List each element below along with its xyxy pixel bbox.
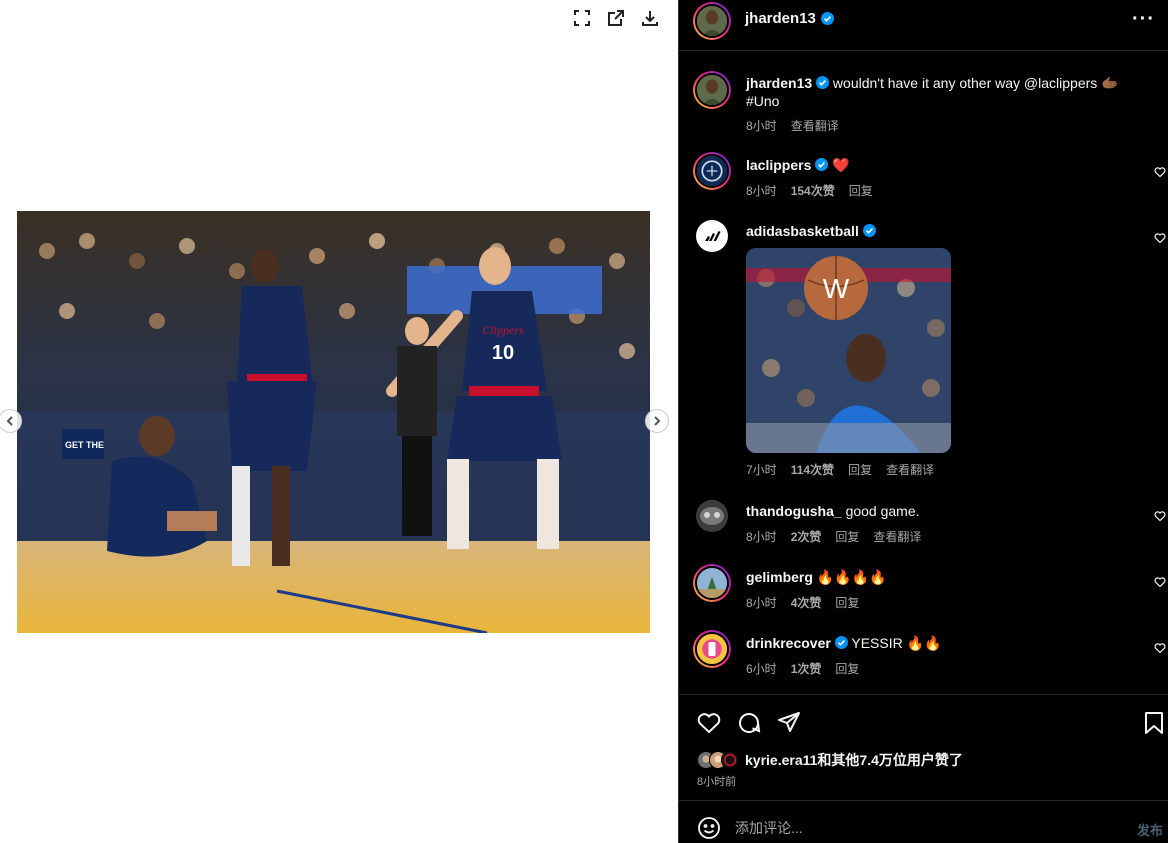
comment-username[interactable]: drinkrecover	[746, 635, 831, 651]
verified-badge-icon	[816, 76, 830, 89]
comment-avatar[interactable]	[693, 152, 731, 190]
comment-likes[interactable]: 114次赞	[791, 461, 834, 478]
media-toolbar	[572, 8, 660, 28]
comment-username[interactable]: laclippers	[746, 157, 811, 173]
reply-button[interactable]: 回复	[835, 660, 859, 677]
chevron-right-icon	[654, 416, 661, 426]
comment-gif[interactable]: W	[746, 248, 951, 453]
comment-likes[interactable]: 4次赞	[791, 594, 822, 611]
more-options-button[interactable]: ···	[1132, 8, 1155, 31]
comment-time: 8小时	[746, 530, 777, 544]
comment-input[interactable]	[735, 815, 1105, 841]
reply-button[interactable]: 回复	[849, 182, 873, 199]
comment-like-button[interactable]	[1154, 166, 1166, 178]
post-photo: GET THE 10 Clippers	[17, 211, 650, 633]
open-external-icon[interactable]	[606, 8, 626, 28]
comment-composer: 发布	[679, 800, 1168, 843]
comment-like-button[interactable]	[1154, 576, 1166, 588]
comment-bubble-icon	[739, 713, 761, 733]
comment-username[interactable]: thandogusha_	[746, 503, 842, 519]
verified-badge-icon	[834, 636, 848, 649]
reply-button[interactable]: 回复	[835, 528, 859, 545]
chevron-left-icon	[6, 416, 13, 426]
heart-icon	[697, 713, 721, 734]
post-comment-button[interactable]: 发布	[1137, 820, 1163, 839]
caption-time: 8小时	[746, 119, 777, 133]
liker-avatar	[721, 751, 739, 769]
translate-link[interactable]: 查看翻译	[873, 528, 921, 545]
caption-avatar[interactable]	[693, 71, 731, 109]
emoji-button[interactable]	[697, 816, 721, 840]
comment-username[interactable]: adidasbasketball	[746, 223, 859, 239]
comment-time: 7小时	[746, 463, 777, 477]
post-header: jharden13 ···	[679, 0, 1168, 51]
likes-text: kyrie.era11和其他7.4万位用户赞了	[745, 752, 963, 768]
gif-letter: W	[823, 273, 850, 304]
reply-button[interactable]: 回复	[848, 461, 872, 478]
comment-text: 🔥🔥🔥🔥	[816, 569, 887, 585]
next-image-button[interactable]	[645, 409, 669, 433]
court-sign: GET THE	[65, 440, 104, 450]
comment-like-button[interactable]	[1154, 642, 1166, 654]
post-sidebar: jharden13 ··· jharden13 wouldn't have it…	[678, 0, 1168, 843]
comment-time: 8小时	[746, 596, 777, 610]
author-username[interactable]: jharden13	[745, 10, 816, 27]
comment-button[interactable]	[736, 710, 762, 736]
comment-likes[interactable]: 1次赞	[791, 660, 822, 677]
caption-translate-link[interactable]: 查看翻译	[791, 117, 839, 134]
comment-time: 8小时	[746, 184, 777, 198]
media-panel: GET THE 10 Clippers	[0, 0, 678, 843]
comment-time: 6小时	[746, 662, 777, 676]
verified-badge-icon	[820, 12, 834, 25]
bookmark-icon	[1145, 712, 1163, 734]
comment-username[interactable]: gelimberg	[746, 569, 813, 585]
comment-text: YESSIR 🔥🔥	[851, 635, 942, 651]
reply-button[interactable]: 回复	[835, 594, 859, 611]
post-timestamp: 8小时前	[697, 776, 737, 788]
comment-avatar[interactable]	[696, 500, 728, 532]
save-button[interactable]	[1141, 710, 1167, 736]
smiley-icon	[698, 817, 720, 839]
comment-like-button[interactable]	[1154, 232, 1166, 244]
translate-link[interactable]: 查看翻译	[886, 461, 934, 478]
heart-icon	[1154, 167, 1166, 178]
jersey-number: 10	[492, 342, 514, 364]
share-button[interactable]	[776, 710, 802, 736]
heart-icon	[1154, 577, 1166, 588]
like-post-button[interactable]	[696, 710, 722, 736]
comment-avatar[interactable]	[696, 220, 728, 252]
comment-text: good game.	[845, 503, 920, 519]
comment-likes[interactable]: 154次赞	[791, 182, 835, 199]
verified-badge-icon	[815, 158, 829, 171]
comment-avatar[interactable]	[693, 630, 731, 668]
post-actions: kyrie.era11和其他7.4万位用户赞了 8小时前	[679, 694, 1168, 800]
heart-icon	[1154, 643, 1166, 654]
send-icon	[778, 712, 800, 732]
comment-likes[interactable]: 2次赞	[791, 528, 822, 545]
download-icon[interactable]	[640, 8, 660, 28]
comment-avatar[interactable]	[693, 564, 731, 602]
comment-text: ❤️	[832, 157, 850, 173]
heart-icon	[1154, 233, 1166, 244]
jersey-text: Clippers	[482, 323, 524, 337]
caption-username[interactable]: jharden13	[746, 75, 812, 91]
fullscreen-icon[interactable]	[572, 8, 592, 28]
verified-badge-icon	[862, 224, 876, 237]
likes-summary[interactable]: kyrie.era11和其他7.4万位用户赞了	[697, 750, 963, 770]
heart-icon	[1154, 511, 1166, 522]
author-avatar[interactable]	[693, 2, 731, 40]
comment-like-button[interactable]	[1154, 510, 1166, 522]
